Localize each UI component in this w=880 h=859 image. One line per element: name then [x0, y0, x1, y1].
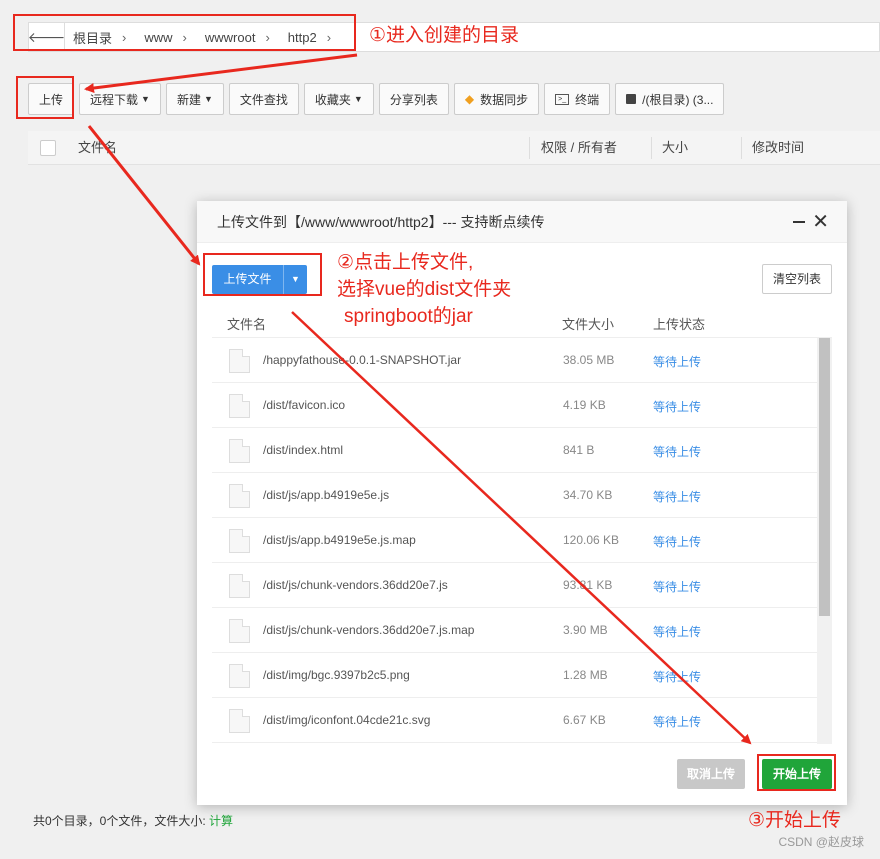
- scrollbar-thumb[interactable]: [819, 338, 830, 616]
- terminal-icon: >_: [555, 93, 570, 105]
- diamond-icon: ◆: [464, 92, 475, 106]
- file-size: 120.06 KB: [563, 533, 620, 547]
- file-name: /dist/index.html: [263, 443, 344, 457]
- file-search-button[interactable]: 文件查找: [228, 83, 299, 115]
- terminal-button[interactable]: >_ 终端: [544, 83, 611, 115]
- upload-status: 等待上传: [653, 490, 702, 504]
- upload-list-header: 文件名 文件大小 上传状态: [212, 306, 832, 338]
- column-divider: [529, 137, 530, 159]
- annotation-step2-line2: 选择vue的dist文件夹: [337, 279, 512, 300]
- file-toolbar: 上传 远程下载 ▼ 新建 ▼ 文件查找 收藏夹 ▼ 分享列表 ◆ 数据同步 >_ 终端 /…: [28, 83, 729, 115]
- file-name: /dist/js/app.b4919e5e.js.map: [263, 533, 416, 547]
- column-divider: [651, 137, 652, 159]
- data-sync-button[interactable]: ◆ 数据同步: [453, 83, 540, 115]
- file-name: /dist/favicon.ico: [263, 398, 346, 412]
- column-header-permission[interactable]: 权限 / 所有者: [541, 131, 617, 165]
- minimize-icon[interactable]: [793, 221, 805, 223]
- file-size: 38.05 MB: [563, 353, 615, 367]
- column-header-name[interactable]: 文件名: [78, 131, 117, 165]
- file-name: /happyfathouse-0.0.1-SNAPSHOT.jar: [263, 353, 462, 367]
- upload-status: 等待上传: [653, 535, 702, 549]
- file-name: /dist/js/chunk-vendors.36dd20e7.js.map: [263, 623, 475, 637]
- scrollbar[interactable]: [817, 338, 832, 744]
- select-all-checkbox[interactable]: [40, 140, 56, 156]
- upload-status: 等待上传: [653, 400, 702, 414]
- file-row: /dist/js/chunk-vendors.36dd20e7.js 93.81 …: [212, 563, 817, 608]
- file-icon: [229, 439, 250, 463]
- column-divider: [741, 137, 742, 159]
- annotation-box-upload: [16, 76, 74, 119]
- annotation-box-breadcrumb: [13, 14, 356, 51]
- file-row: /dist/index.html 841 B 等待上传: [212, 428, 817, 473]
- file-size: 841 B: [563, 443, 595, 457]
- annotation-step2-line1: ②点击上传文件,: [337, 252, 474, 273]
- file-icon: [229, 394, 250, 418]
- file-row: /dist/img/iconfont.04cde21c.svg 6.67 KB 等待…: [212, 698, 817, 743]
- file-icon: [229, 709, 250, 733]
- upload-status: 等待上传: [653, 670, 702, 684]
- file-icon: [229, 529, 250, 553]
- file-row: /dist/js/app.b4919e5e.js.map 120.06 KB 等待上…: [212, 518, 817, 563]
- file-row: /dist/js/chunk-vendors.36dd20e7.js.map 3.…: [212, 608, 817, 653]
- new-button[interactable]: 新建 ▼: [165, 83, 224, 115]
- share-list-button[interactable]: 分享列表: [378, 83, 449, 115]
- file-name: /dist/js/chunk-vendors.36dd20e7.js: [263, 578, 448, 592]
- file-icon: [229, 619, 250, 643]
- favorites-button[interactable]: 收藏夹 ▼: [303, 83, 374, 115]
- annotation-step2-line3: springboot的jar: [344, 306, 473, 327]
- file-size: 34.70 KB: [563, 488, 613, 502]
- file-row: /dist/js/app.b4919e5e.js 34.70 KB 等待上传: [212, 473, 817, 518]
- file-icon: [229, 664, 250, 688]
- summary-text: 共0个目录，0个文件，文件大小:: [33, 814, 206, 828]
- upload-status: 等待上传: [653, 715, 702, 729]
- file-size: 1.28 MB: [563, 668, 608, 682]
- column-header-size[interactable]: 大小: [662, 131, 688, 165]
- file-icon: [229, 574, 250, 598]
- upload-status: 等待上传: [653, 580, 702, 594]
- watermark: CSDN @赵皮球: [778, 835, 864, 849]
- file-summary: 共0个目录，0个文件，文件大小: 计算: [33, 812, 233, 829]
- file-size: 4.19 KB: [563, 398, 606, 412]
- annotation-step3: ③开始上传: [748, 810, 842, 831]
- column-header-upload-status: 上传状态: [653, 317, 706, 332]
- file-size: 6.67 KB: [563, 713, 606, 727]
- file-name: /dist/img/bgc.9397b2c5.png: [263, 668, 410, 682]
- clear-list-button[interactable]: 清空列表: [762, 264, 832, 294]
- file-row: /dist/img/bgc.9397b2c5.png 1.28 MB 等待上传: [212, 653, 817, 698]
- file-row: /happyfathouse-0.0.1-SNAPSHOT.jar 38.05 M…: [212, 338, 817, 383]
- file-name: /dist/img/iconfont.04cde21c.svg: [263, 713, 431, 727]
- chevron-down-icon: ▼: [141, 94, 150, 104]
- column-header-mtime[interactable]: 修改时间: [752, 131, 804, 165]
- file-manager-page: 🡐 根目录 › www › wwwroot › http2 › 上传 远程下载 ▼ 新建 ▼…: [0, 0, 880, 859]
- file-icon: [229, 349, 250, 373]
- disk-button[interactable]: /(根目录) (3...: [615, 83, 725, 115]
- disk-icon: [626, 94, 637, 104]
- close-icon[interactable]: ✕: [812, 201, 829, 243]
- cancel-upload-button[interactable]: 取消上传: [677, 759, 745, 789]
- file-row: /dist/favicon.ico 4.19 KB 等待上传: [212, 383, 817, 428]
- annotation-box-upload-file: [203, 253, 322, 296]
- chevron-down-icon: ▼: [353, 94, 363, 104]
- chevron-down-icon: ▼: [203, 94, 213, 104]
- annotation-box-start: [757, 754, 836, 791]
- remote-download-button[interactable]: 远程下载 ▼: [79, 83, 161, 115]
- file-name: /dist/js/app.b4919e5e.js: [263, 488, 390, 502]
- upload-status: 等待上传: [653, 625, 702, 639]
- file-table-header: 文件名 权限 / 所有者 大小 修改时间: [28, 131, 880, 165]
- upload-status: 等待上传: [653, 355, 702, 369]
- file-size: 3.90 MB: [563, 623, 608, 637]
- annotation-step1: ①进入创建的目录: [369, 25, 520, 46]
- upload-status: 等待上传: [653, 445, 702, 459]
- dialog-title: 上传文件到【/www/wwwroot/http2】--- 支持断点续传: [217, 214, 545, 230]
- column-header-file-name: 文件名: [227, 317, 267, 332]
- file-icon: [229, 484, 250, 508]
- file-size: 93.81 KB: [563, 578, 613, 592]
- upload-file-list: /happyfathouse-0.0.1-SNAPSHOT.jar 38.05 M…: [212, 338, 817, 744]
- dialog-header: 上传文件到【/www/wwwroot/http2】--- 支持断点续传 ✕: [197, 201, 847, 243]
- calculate-size-link[interactable]: 计算: [209, 814, 233, 828]
- column-header-file-size: 文件大小: [562, 317, 615, 332]
